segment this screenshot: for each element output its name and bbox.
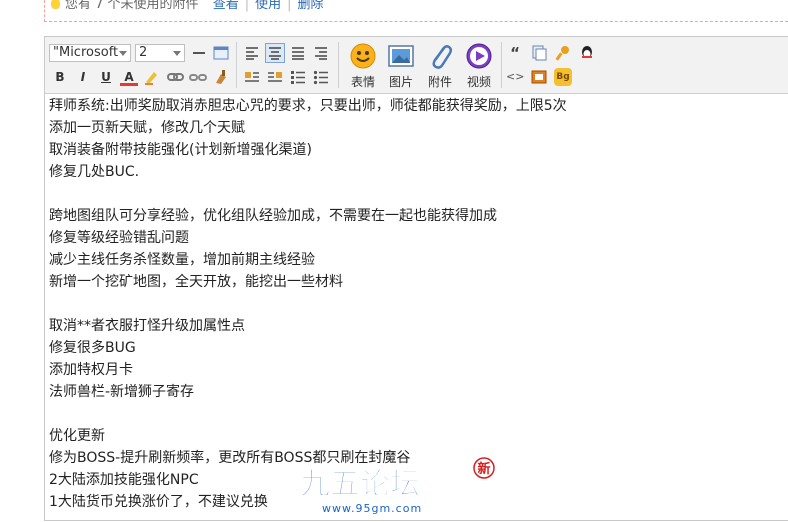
align-left-icon[interactable] xyxy=(243,44,261,62)
attachment-button[interactable]: 附件 xyxy=(418,39,462,91)
font-size-value: 2 xyxy=(139,45,148,60)
image-button[interactable]: 图片 xyxy=(379,39,423,91)
horizontal-rule-icon[interactable] xyxy=(190,44,208,62)
table-icon[interactable] xyxy=(212,44,230,62)
content-line xyxy=(49,183,779,205)
video-play-icon xyxy=(466,43,492,69)
content-line: 添加一页新天赋，修改几个天赋 xyxy=(49,120,245,136)
view-attachments-link[interactable]: 查看 xyxy=(213,0,239,12)
watermark-title: 九五论坛 xyxy=(300,467,420,502)
watermark-badge: 新 xyxy=(477,461,490,477)
ordered-list-icon[interactable] xyxy=(289,68,307,86)
paperclip-icon xyxy=(432,45,453,69)
align-center-icon[interactable] xyxy=(265,43,285,63)
video-button-label: 视频 xyxy=(466,75,491,89)
code-button[interactable]: <> xyxy=(506,68,524,86)
image-button-label: 图片 xyxy=(388,75,413,89)
content-line: 添加特权月卡 xyxy=(49,362,133,378)
content-line: 新增一个挖矿地图，全天开放，能挖出一些材料 xyxy=(49,274,343,290)
font-family-value: "Microsoft xyxy=(53,45,119,60)
copy-code-icon[interactable] xyxy=(530,44,548,62)
content-line xyxy=(49,293,779,315)
attachment-button-label: 附件 xyxy=(427,75,452,89)
content-line: 拜师系统:出师奖励取消赤胆忠心咒的要求，只要出师，师徒都能获得奖励，上限5次 xyxy=(49,98,567,114)
content-line: 减少主线任务杀怪数量，增加前期主线经验 xyxy=(49,252,315,268)
delete-attachments-link[interactable]: 删除 xyxy=(298,0,324,12)
flash-media-icon[interactable] xyxy=(530,68,548,86)
float-left-icon[interactable] xyxy=(243,68,261,86)
font-size-select[interactable]: 2 xyxy=(135,44,185,62)
align-justify-icon[interactable] xyxy=(289,44,307,62)
unordered-list-icon[interactable] xyxy=(312,68,330,86)
highlight-icon[interactable] xyxy=(143,68,161,86)
attachment-notice: 您有 7 个未使用的附件 查看 | 使用 | 删除 xyxy=(44,0,788,22)
watermark-url: www.95gm.com xyxy=(322,502,422,515)
key-lock-icon[interactable] xyxy=(554,44,572,62)
content-line: 取消装备附带技能强化(计划新增强化渠道) xyxy=(49,142,312,158)
watermark-logo: 九五论坛 新 www.95gm.com xyxy=(300,456,500,518)
italic-button[interactable]: I xyxy=(74,68,92,86)
link-icon[interactable] xyxy=(166,68,184,86)
video-button[interactable]: 视频 xyxy=(457,39,501,91)
font-color-button[interactable]: A xyxy=(120,68,138,86)
float-right-icon[interactable] xyxy=(266,68,284,86)
unlink-icon[interactable] xyxy=(189,68,207,86)
font-family-select[interactable]: "Microsoft xyxy=(49,44,131,62)
quote-button[interactable]: “ xyxy=(506,44,524,62)
chevron-down-icon xyxy=(119,51,127,56)
content-line: 法师兽栏-新增狮子寄存 xyxy=(49,384,195,400)
chevron-down-icon xyxy=(173,51,181,56)
editor-toolbar: "Microsoft 2 B I U A 表情 图片 附件 视频 “ <> Bg xyxy=(45,37,788,94)
background-color-button[interactable]: Bg xyxy=(554,68,572,86)
content-line: 修复几处BUC. xyxy=(49,164,140,180)
smiley-icon xyxy=(350,43,376,69)
notice-text: 您有 7 个未使用的附件 xyxy=(65,0,199,12)
clear-format-icon[interactable] xyxy=(212,68,230,86)
content-line: 修复很多BUG xyxy=(49,340,136,356)
qq-penguin-icon[interactable] xyxy=(578,44,596,62)
image-icon xyxy=(388,45,414,67)
editor-content[interactable]: 拜师系统:出师奖励取消赤胆忠心咒的要求，只要出师，师徒都能获得奖励，上限5次 添加… xyxy=(49,95,779,513)
align-right-icon[interactable] xyxy=(312,44,330,62)
bold-button[interactable]: B xyxy=(51,68,69,86)
content-line: 修复等级经验错乱问题 xyxy=(49,230,189,246)
content-line: 取消**者衣服打怪升级加属性点 xyxy=(49,318,245,334)
lightbulb-icon xyxy=(51,0,60,9)
underline-button[interactable]: U xyxy=(97,68,115,86)
use-attachments-link[interactable]: 使用 xyxy=(255,0,281,12)
content-line xyxy=(49,403,779,425)
rich-text-editor: "Microsoft 2 B I U A 表情 图片 附件 视频 “ <> Bg… xyxy=(44,36,788,521)
content-line: 优化更新 xyxy=(49,428,105,444)
content-line: 跨地图组队可分享经验，优化组队经验加成，不需要在一起也能获得加成 xyxy=(49,208,497,224)
